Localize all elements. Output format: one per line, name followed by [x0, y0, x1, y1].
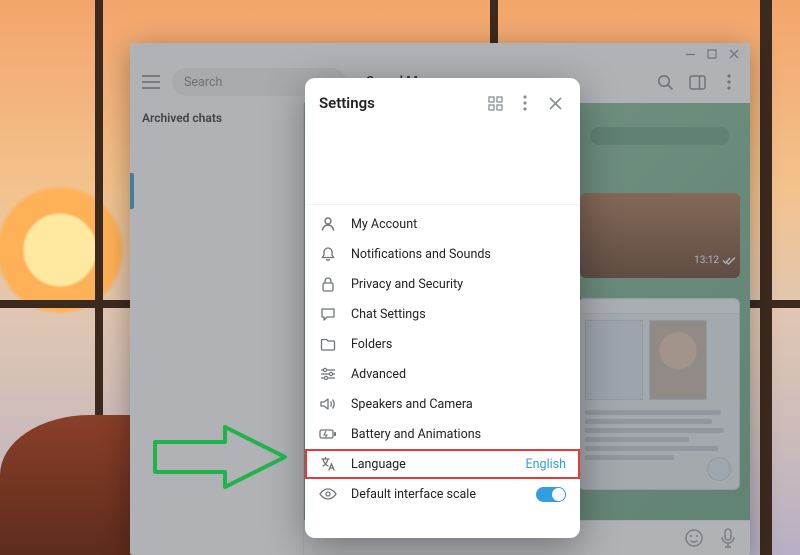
battery-icon [319, 425, 337, 443]
mi-label: Folders [351, 337, 392, 352]
sliders-icon [319, 365, 337, 383]
speaker-icon [319, 395, 337, 413]
settings-title: Settings [319, 94, 375, 112]
settings-item-interface-scale[interactable]: Default interface scale [305, 479, 580, 509]
settings-item-speakers-camera[interactable]: Speakers and Camera [305, 389, 580, 419]
kebab-icon[interactable] [514, 92, 536, 114]
settings-modal: Settings My Account Notifications and So… [305, 78, 580, 538]
close-icon[interactable] [544, 92, 566, 114]
account-icon [319, 215, 337, 233]
settings-menu: My Account Notifications and Sounds Priv… [305, 205, 580, 509]
settings-item-battery[interactable]: Battery and Animations [305, 419, 580, 449]
annotation-arrow [150, 422, 310, 492]
settings-item-my-account[interactable]: My Account [305, 209, 580, 239]
settings-item-advanced[interactable]: Advanced [305, 359, 580, 389]
mi-label: Chat Settings [351, 307, 426, 322]
folder-icon [319, 335, 337, 353]
mi-label: Advanced [351, 367, 406, 382]
settings-item-privacy[interactable]: Privacy and Security [305, 269, 580, 299]
mi-label: Notifications and Sounds [351, 247, 491, 262]
mi-label: Battery and Animations [351, 427, 481, 442]
mi-label: My Account [351, 217, 417, 232]
scale-toggle[interactable] [536, 487, 566, 502]
settings-item-language[interactable]: Language English [305, 449, 580, 479]
bell-icon [319, 245, 337, 263]
mi-label: Language [351, 457, 406, 472]
settings-header: Settings [305, 78, 580, 122]
eye-icon [319, 485, 337, 503]
language-icon [319, 455, 337, 473]
chat-icon [319, 305, 337, 323]
mi-label: Speakers and Camera [351, 397, 473, 412]
lock-icon [319, 275, 337, 293]
mi-label: Default interface scale [351, 487, 476, 502]
qr-icon[interactable] [484, 92, 506, 114]
settings-item-notifications[interactable]: Notifications and Sounds [305, 239, 580, 269]
settings-profile-section [305, 122, 580, 205]
settings-item-chat-settings[interactable]: Chat Settings [305, 299, 580, 329]
language-value: English [526, 457, 566, 472]
mi-label: Privacy and Security [351, 277, 463, 292]
settings-item-folders[interactable]: Folders [305, 329, 580, 359]
